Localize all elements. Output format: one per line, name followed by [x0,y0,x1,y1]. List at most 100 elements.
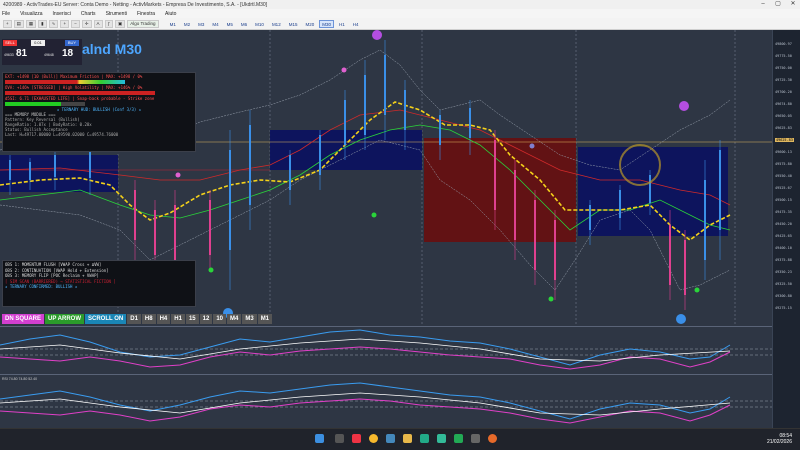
info-line: OVA: +146% [STRESSED] | High Volatility … [5,85,143,90]
price-tick: 49700.20 [775,90,792,94]
title-bar: 4200989 - ActivTrades-EU Server: Conta D… [0,0,800,9]
firefox-icon[interactable] [488,434,497,443]
menu-insert[interactable]: Inserisci [52,11,70,17]
tf-button-d1[interactable]: D1 [127,314,141,324]
tf-button-h4[interactable]: H4 [156,314,171,324]
tf-button-h8[interactable]: H8 [141,314,156,324]
search-icon[interactable] [335,434,344,443]
menu-charts[interactable]: Charts [81,11,96,17]
price-tick: 49450.20 [775,222,792,226]
tf-m15[interactable]: M15 [286,20,301,28]
start-icon[interactable] [315,434,324,443]
maximize-icon[interactable]: ▢ [771,0,785,9]
tf-h4[interactable]: H4 [350,20,362,28]
oscillator-subwindow-1[interactable] [0,326,772,374]
algo-trading-button[interactable]: Algo Trading [127,19,159,28]
tf-m5[interactable]: M5 [224,20,236,28]
tf-button-15[interactable]: 15 [185,314,199,324]
signal-dot [372,30,382,40]
indicators-icon[interactable]: ƒ [104,19,114,28]
dsi-meter [5,102,85,106]
menu-window[interactable]: Finestra [137,11,155,17]
toolbar: + ▤ ▦ ▮ ∿ + − ✛ A ƒ ▣ Algo Trading M1 M2… [0,18,800,30]
oscillator-subwindow-2[interactable]: RSI 74.80 74.80 52.40 [0,374,772,428]
metatrader-icon[interactable] [454,434,463,443]
price-tick: 49725.30 [775,78,792,82]
close-icon[interactable]: ✕ [786,0,800,9]
obs-line: ★ TERNARY CONFIRMED: BULLISH ★ [5,284,78,289]
tf-m6[interactable]: M6 [238,20,250,28]
price-tick: 49300.80 [775,294,792,298]
buy-button[interactable]: BUY [65,40,79,46]
price-tick: 49275.15 [775,306,792,310]
clock[interactable]: 08:54 21/02/2026 [767,433,792,445]
tf-m2[interactable]: M2 [181,20,193,28]
chart-line-icon[interactable]: ∿ [48,19,59,28]
zoom-out-icon[interactable]: − [71,19,80,28]
chrome-icon[interactable] [369,434,378,443]
menu-file[interactable]: File [2,11,10,17]
tf-m20[interactable]: M20 [302,20,317,28]
brave-browser-icon[interactable] [352,434,361,443]
templates-icon[interactable]: ▣ [115,19,126,28]
minimize-icon[interactable]: – [756,0,770,9]
price-tick: 49550.40 [775,174,792,178]
price-tick: 49750.00 [775,66,792,70]
tf-m4[interactable]: M4 [209,20,221,28]
app-icon[interactable] [420,434,429,443]
info-panel: EXT: +1498 [10 (Bull)] Maximum Friction … [2,72,196,152]
dn-square-button[interactable]: DN SQUARE [2,314,45,324]
tf-h1[interactable]: H1 [336,20,348,28]
tf-button-h1[interactable]: H1 [171,314,185,324]
signal-dot [676,314,686,324]
tf-button-m3[interactable]: M3 [242,314,257,324]
lot-input[interactable]: 0.01 [31,40,45,46]
subwindow-2-label: RSI 74.80 74.80 52.40 [2,377,38,381]
session-box [0,155,118,192]
buy-price-big[interactable]: 18 [62,48,73,59]
price-tick: 49525.67 [775,186,792,190]
tf-m30[interactable]: M30 [319,19,334,28]
price-tick: 49674.80 [775,102,792,106]
profiles-icon[interactable]: ▦ [25,19,37,28]
new-order-icon[interactable]: + [3,19,12,28]
up-arrow-button[interactable]: UP ARROW [45,314,85,324]
sell-price-big[interactable]: 81 [16,48,27,59]
menu-help[interactable]: Aiuto [165,11,176,17]
menu-view[interactable]: Visualizza [20,11,42,17]
tf-button-m4[interactable]: M4 [227,314,242,324]
chart-bar-icon[interactable]: ▮ [38,19,47,28]
price-tick: 49625.83 [775,126,792,130]
oscillator-canvas-2 [0,382,772,424]
menu-tools[interactable]: Strumenti [106,11,127,17]
crosshair-icon[interactable]: ✛ [81,19,92,28]
sell-button[interactable]: SELL [3,40,17,46]
scroll-on-button[interactable]: SCROLL ON [85,314,127,324]
oscillator-canvas-1 [0,329,772,370]
tf-button-m1[interactable]: M1 [257,314,273,324]
indicator-button-row: DN SQUARE UP ARROW SCROLL ON D1 H8 H4 H1… [2,314,273,324]
price-tick: 49600.13 [775,150,792,154]
price-tick: 49400.10 [775,246,792,250]
app-icon[interactable] [471,434,480,443]
zoom-in-icon[interactable]: + [60,19,70,28]
tf-button-10[interactable]: 10 [213,314,226,324]
buy-price-small: 49648 [44,53,54,57]
windows-taskbar: 08:54 21/02/2026 [0,428,800,450]
main-chart[interactable]: SELL 0.01 BUY 49633 81 49648 18 alnd M30… [0,30,772,326]
app-icon[interactable] [437,434,446,443]
tf-m10[interactable]: M10 [252,20,267,28]
tf-m3[interactable]: M3 [195,20,207,28]
tf-button-12[interactable]: 12 [199,314,213,324]
price-axis[interactable]: 49800.97 49775.50 49750.00 49725.30 4970… [772,30,800,428]
price-tick: 49575.80 [775,162,792,166]
edge-icon[interactable] [386,434,395,443]
tf-m12[interactable]: M12 [269,20,284,28]
observations-panel: OBS 1: MOMENTUM FLUSH [VWAP Cross + ΔVW]… [2,260,196,307]
info-line: Last: H=49717.00000 L=49590.02000 C=4957… [5,132,119,137]
open-icon[interactable]: ▤ [13,19,24,28]
price-tick: 49775.50 [775,54,792,58]
tf-m1[interactable]: M1 [167,20,179,28]
file-explorer-icon[interactable] [403,434,412,443]
text-tool-icon[interactable]: A [93,19,103,28]
